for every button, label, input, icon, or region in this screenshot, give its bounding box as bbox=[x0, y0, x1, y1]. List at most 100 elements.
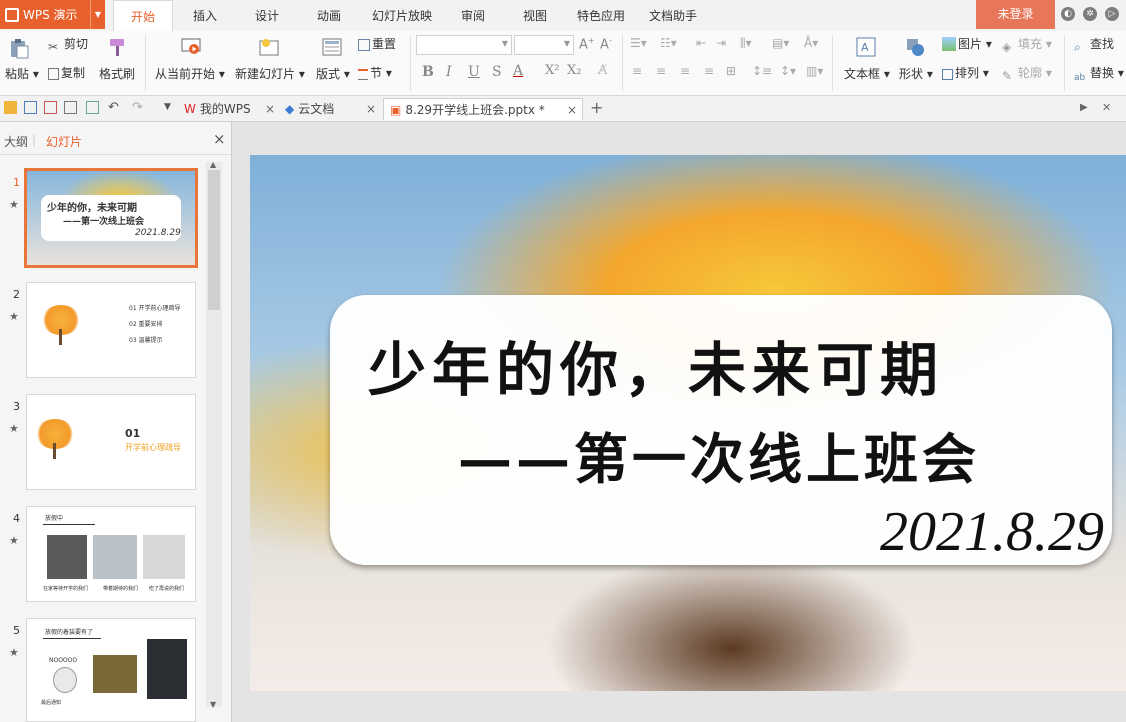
fill-button[interactable]: ◈ 填充 ▾ bbox=[1002, 35, 1052, 54]
font-color-icon[interactable]: A bbox=[513, 63, 523, 79]
play-from-current-button[interactable]: 从当前开始 ▾ bbox=[155, 65, 225, 82]
tab-design[interactable]: 设计 bbox=[242, 0, 292, 31]
login-button[interactable]: 未登录 bbox=[976, 0, 1055, 29]
thumbnails-scrollbar[interactable]: ▲ ▼ bbox=[206, 160, 222, 709]
text-direction-icon[interactable]: ⫼▾ bbox=[740, 36, 752, 51]
text-effect-icon[interactable]: Å▾ bbox=[804, 36, 818, 50]
shape-button[interactable]: 形状 ▾ bbox=[899, 65, 933, 82]
doc-tab-cloud[interactable]: ◆ 云文档 × bbox=[285, 98, 381, 120]
superscript-icon[interactable]: X² bbox=[545, 63, 559, 78]
close-icon[interactable]: × bbox=[567, 99, 577, 121]
slide-thumbnail-2[interactable]: 01 开学前心理疏导 02 重要安排 03 温馨提示 bbox=[26, 282, 196, 378]
paste-icon bbox=[11, 39, 29, 59]
title-card[interactable]: 少年的你，未来可期 ——第一次线上班会 2021.8.29 bbox=[330, 295, 1112, 565]
slide-thumbnail-5[interactable]: 放假的着装要有了 NOOOOO 最后通知 bbox=[26, 618, 196, 722]
paragraph-spacing-icon[interactable]: ↕▾ bbox=[780, 64, 796, 78]
bold-icon[interactable]: B bbox=[422, 64, 434, 80]
reset-button[interactable]: 重置 bbox=[358, 35, 396, 52]
find-button[interactable]: ⌕ 查找 bbox=[1074, 35, 1114, 54]
doc-tab-active-pptx[interactable]: ▣ 8.29开学线上班会.pptx * × bbox=[383, 98, 583, 120]
thumb-caption: 在家等待开学的我们 bbox=[43, 586, 89, 592]
line-spacing-icon[interactable]: ↕≡ bbox=[752, 64, 772, 78]
decrease-font-icon[interactable]: A- bbox=[600, 36, 612, 52]
help-icon[interactable]: ▷ bbox=[1105, 7, 1119, 21]
outline-button[interactable]: ✎ 轮廓 ▾ bbox=[1002, 64, 1052, 83]
print-icon[interactable] bbox=[64, 101, 77, 114]
clear-format-icon[interactable]: A̸ bbox=[598, 63, 607, 78]
outline-tab[interactable]: 大纲 bbox=[4, 133, 28, 150]
subscript-icon[interactable]: X₂ bbox=[567, 63, 581, 78]
slide-thumbnail-3[interactable]: 01 开学前心理疏导 bbox=[26, 394, 196, 490]
tab-special[interactable]: 特色应用 bbox=[570, 0, 632, 31]
scroll-up-icon[interactable]: ▲ bbox=[210, 160, 216, 169]
slide-date[interactable]: 2021.8.29 bbox=[880, 500, 1104, 564]
svg-text:A: A bbox=[861, 41, 869, 54]
distribute-icon[interactable]: ⊞ bbox=[726, 64, 736, 78]
skin-icon[interactable]: ◐ bbox=[1061, 7, 1075, 21]
slide-thumbnail-1[interactable]: 少年的你，未来可期 ——第一次线上班会 2021.8.29 bbox=[24, 168, 198, 268]
layout-icon bbox=[322, 38, 342, 56]
align-right-icon[interactable]: ≡ bbox=[680, 64, 690, 78]
open-folder-icon[interactable] bbox=[4, 101, 17, 114]
align-left-icon[interactable]: ≡ bbox=[632, 64, 642, 78]
slide-title[interactable]: 少年的你，未来可期 bbox=[368, 323, 944, 407]
justify-icon[interactable]: ≡ bbox=[704, 64, 714, 78]
textbox-button[interactable]: 文本框 ▾ bbox=[844, 65, 890, 82]
pin-icon[interactable]: ✕ bbox=[1102, 101, 1115, 114]
font-name-combo[interactable]: ▼ bbox=[416, 35, 512, 55]
slideshow-mini-icon[interactable]: ▶ bbox=[1080, 101, 1093, 114]
new-tab-plus-icon[interactable]: + bbox=[590, 100, 603, 116]
align-text-icon[interactable]: ▤▾ bbox=[772, 36, 789, 50]
section-button[interactable]: 节 ▾ bbox=[358, 64, 392, 81]
arrange-button[interactable]: 排列 ▾ bbox=[942, 64, 989, 81]
tab-insert[interactable]: 插入 bbox=[180, 0, 230, 31]
increase-font-icon[interactable]: A+ bbox=[579, 36, 595, 52]
scrollbar-thumb[interactable] bbox=[208, 170, 220, 310]
print-preview-icon[interactable] bbox=[86, 101, 99, 114]
cut-button[interactable]: ✂ 剪切 bbox=[48, 35, 88, 54]
undo-icon[interactable]: ↶ bbox=[108, 101, 121, 114]
layout-button[interactable]: 版式 ▾ bbox=[316, 65, 350, 82]
chevron-down-icon[interactable]: ▼ bbox=[90, 0, 105, 29]
tab-doc-assistant[interactable]: 文档助手 bbox=[642, 0, 704, 31]
export-pdf-icon[interactable] bbox=[44, 101, 57, 114]
wps-app-menu-button[interactable]: WPS 演示 ▼ bbox=[0, 0, 105, 29]
ribbon-separator bbox=[410, 35, 411, 91]
bullet-list-icon[interactable]: ☰▾ bbox=[630, 36, 647, 50]
replace-button[interactable]: ab 替换 ▾ bbox=[1074, 64, 1124, 87]
fill-bucket-icon: ◈ bbox=[1002, 40, 1012, 54]
tab-view[interactable]: 视图 bbox=[510, 0, 560, 31]
slide-thumbnail-4[interactable]: 放假中 在家等待开学的我们 带着期待的我们 吃了再说的我们 bbox=[26, 506, 196, 602]
new-slide-button[interactable]: 新建幻灯片 ▾ bbox=[235, 65, 305, 82]
underline-icon[interactable]: U bbox=[468, 64, 480, 80]
scroll-down-icon[interactable]: ▼ bbox=[210, 700, 216, 709]
paste-button[interactable]: 粘贴 ▾ bbox=[5, 65, 39, 82]
tab-slideshow[interactable]: 幻灯片放映 bbox=[366, 0, 438, 31]
tab-animation[interactable]: 动画 bbox=[304, 0, 354, 31]
close-panel-icon[interactable]: × bbox=[213, 130, 226, 148]
current-slide[interactable]: 少年的你，未来可期 ——第一次线上班会 2021.8.29 bbox=[250, 155, 1126, 691]
slides-tab[interactable]: 幻灯片 bbox=[46, 133, 82, 150]
slide-subtitle[interactable]: ——第一次线上班会 bbox=[458, 415, 980, 494]
redo-icon[interactable]: ↷ bbox=[132, 101, 145, 114]
tab-home[interactable]: 开始 bbox=[113, 0, 173, 32]
shadow-icon[interactable]: S bbox=[492, 64, 502, 80]
increase-indent-icon[interactable]: ⇥ bbox=[716, 36, 726, 50]
customize-dropdown-icon[interactable]: ▼ bbox=[164, 101, 177, 114]
align-center-icon[interactable]: ≡ bbox=[656, 64, 666, 78]
font-size-combo[interactable]: ▼ bbox=[514, 35, 574, 55]
settings-icon[interactable]: ✲ bbox=[1083, 7, 1097, 21]
format-painter-button[interactable]: 格式刷 bbox=[99, 65, 135, 82]
decrease-indent-icon[interactable]: ⇤ bbox=[696, 36, 706, 50]
tab-review[interactable]: 审阅 bbox=[448, 0, 498, 31]
close-icon[interactable]: × bbox=[366, 98, 376, 120]
save-icon[interactable] bbox=[24, 101, 37, 114]
picture-button[interactable]: 图片 ▾ bbox=[942, 35, 992, 52]
italic-icon[interactable]: I bbox=[446, 64, 452, 80]
copy-button[interactable]: 复制 bbox=[48, 64, 85, 81]
copy-icon bbox=[48, 68, 59, 80]
doc-tab-my-wps[interactable]: W 我的WPS × bbox=[184, 98, 280, 120]
columns-icon[interactable]: ▥▾ bbox=[806, 64, 823, 78]
numbered-list-icon[interactable]: ☷▾ bbox=[660, 36, 677, 50]
close-icon[interactable]: × bbox=[265, 98, 275, 120]
